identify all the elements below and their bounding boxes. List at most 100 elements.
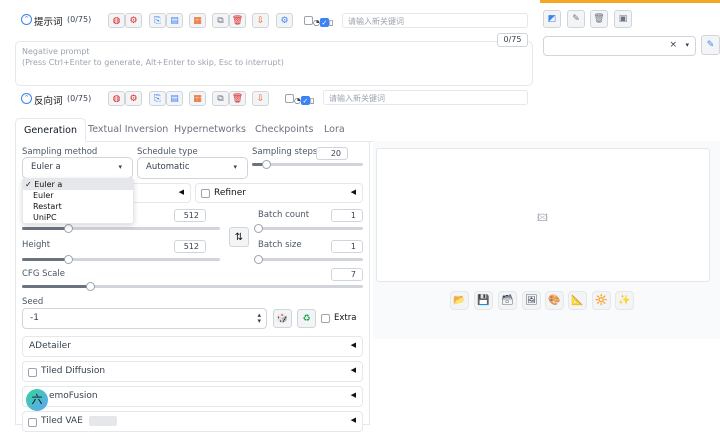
bookmark-icon[interactable]: ▤ (166, 13, 183, 28)
top-accent-bar (540, 0, 720, 3)
download-icon[interactable]: ⇩ (252, 91, 269, 106)
sampling-method-value: Euler a (31, 162, 61, 172)
width-thumb[interactable] (63, 224, 73, 233)
import-icon[interactable]: ⎘ (149, 13, 166, 28)
batch-count-input[interactable]: 1 (331, 209, 363, 222)
checkbox-checked[interactable]: ✓ (300, 96, 310, 105)
gear-icon[interactable]: ⚙ (125, 13, 142, 28)
sampling-method-select[interactable]: Euler a ▾ (22, 157, 133, 179)
download-icon[interactable]: ⇩ (252, 13, 269, 28)
negative-prompt-textarea[interactable]: Negative prompt (Press Ctrl+Enter to gen… (15, 41, 533, 86)
globe-icon[interactable]: ◍ (108, 13, 125, 28)
seed-input[interactable]: -1 ▴ ▾ (22, 308, 267, 329)
panel-icon: ▯ (328, 18, 334, 27)
folder-icon[interactable]: 📂 (450, 291, 469, 310)
adetailer-accordion[interactable]: ADetailer ◀ (22, 336, 363, 357)
palette-icon[interactable]: 🎨 (545, 291, 564, 310)
copy-icon[interactable]: ⧉ (212, 91, 229, 106)
history-icon[interactable]: ▦ (189, 91, 206, 106)
batch-size-thumb[interactable] (254, 255, 263, 264)
trash-icon[interactable]: 🗑 (229, 13, 246, 28)
swap-icon[interactable]: ⇅ (229, 227, 249, 247)
hires-fix-accordion[interactable]: ◀ (133, 183, 191, 203)
negative-toolbar: ⌃ 反向词 (0/75) ◍ ⚙ ⎘ ▤ ▦ ⧉ 🗑 ⇩ ◔ ✓ ▯ 请输入新关键词 (15, 88, 533, 108)
width-slider[interactable] (22, 227, 220, 230)
tab-hypernetworks[interactable]: Hypernetworks (174, 118, 246, 142)
keyword-input[interactable]: 请输入新关键词 (323, 90, 528, 105)
collapse-arrow-icon: ◀ (350, 391, 356, 399)
save-icon[interactable]: 💾 (474, 291, 493, 310)
styles-select[interactable]: × ▾ (543, 36, 696, 56)
dropdown-option-selected[interactable]: ✓ Euler a (23, 179, 133, 190)
collapse-arrow-icon: ◀ (178, 188, 184, 196)
clear-icon[interactable]: × (669, 40, 677, 50)
floating-assistant-avatar[interactable]: 六 (26, 389, 48, 411)
tab-lora[interactable]: Lora (324, 118, 345, 142)
bookmark-icon[interactable]: ▤ (166, 91, 183, 106)
height-slider[interactable] (22, 258, 220, 261)
height-input[interactable]: 512 (174, 240, 206, 253)
tab-textual-inversion[interactable]: Textual Inversion (88, 118, 168, 142)
recycle-icon[interactable]: ♻ (297, 309, 316, 328)
batch-size-slider[interactable] (258, 258, 363, 261)
width-input[interactable]: 512 (174, 209, 206, 222)
refiner-checkbox[interactable] (201, 189, 210, 198)
picture-icon[interactable]: 🖼 (522, 291, 541, 310)
checkbox-checked[interactable]: ✓ (319, 18, 329, 27)
trash-icon[interactable]: 🗑 (229, 91, 246, 106)
style-icon[interactable]: ▣ (614, 10, 632, 28)
toggle-group[interactable]: ◔ ✓ ▯ (285, 94, 314, 106)
keyword-input[interactable]: 请输入新关键词 (342, 13, 528, 28)
sampling-method-dropdown[interactable]: ✓ Euler a Euler Restart UniPC (22, 178, 134, 224)
extra-checkbox[interactable] (321, 314, 330, 323)
gear-icon[interactable]: ⚙ (125, 91, 142, 106)
dropdown-option[interactable]: UniPC (23, 212, 133, 223)
refiner-accordion[interactable]: Refiner ◀ (195, 183, 363, 203)
checkbox[interactable] (285, 94, 294, 103)
chevron-up-circle-icon[interactable]: ⌃ (21, 93, 32, 104)
avatar-char: 六 (31, 393, 43, 406)
dropdown-option[interactable]: Euler (23, 190, 133, 201)
tab-checkpoints[interactable]: Checkpoints (255, 118, 313, 142)
tiled-vae-accordion[interactable]: Tiled VAE ◀ (22, 411, 363, 432)
negative-count: (0/75) (67, 94, 92, 103)
sampling-steps-input[interactable]: 20 (316, 147, 348, 160)
tiled-vae-checkbox[interactable] (28, 418, 37, 427)
dice-icon[interactable]: 🎲 (273, 309, 292, 328)
tab-generation[interactable]: Generation (15, 118, 86, 142)
chevron-down-icon: ▾ (685, 41, 689, 49)
zip-icon[interactable]: 🗃 (498, 291, 517, 310)
globe-icon[interactable]: ◍ (108, 91, 125, 106)
adetailer-label: ADetailer (29, 341, 71, 351)
collapse-arrow-icon: ◀ (350, 416, 356, 424)
refiner-label: Refiner (214, 188, 246, 198)
import-icon[interactable]: ⎘ (149, 91, 166, 106)
tiled-diffusion-checkbox[interactable] (28, 368, 37, 377)
checkbox[interactable] (304, 16, 313, 25)
sparkle-icon[interactable]: ✨ (615, 291, 634, 310)
chevron-down-icon: ▾ (233, 163, 237, 171)
toggle-group[interactable]: ◔ ✓ ▯ (304, 16, 333, 28)
pencil-icon[interactable]: ✎ (701, 35, 720, 55)
cfg-scale-slider[interactable] (22, 285, 363, 288)
batch-size-input[interactable]: 1 (331, 240, 363, 253)
cfg-scale-label: CFG Scale (22, 269, 65, 279)
height-thumb[interactable] (63, 255, 73, 264)
copy-icon[interactable]: ⧉ (212, 13, 229, 28)
paste-icon[interactable]: ◩ (543, 10, 561, 28)
cfg-scale-input[interactable]: 7 (331, 268, 363, 281)
chevron-up-circle-icon[interactable]: ⌃ (21, 14, 32, 25)
batch-count-slider[interactable] (258, 227, 363, 230)
extras-icon[interactable]: 🔆 (592, 291, 611, 310)
settings-icon[interactable]: ⚙ (276, 13, 293, 28)
stepper-icon[interactable]: ▴ ▾ (257, 312, 261, 325)
trash-icon[interactable]: 🗑 (590, 10, 608, 28)
ruler-icon[interactable]: 📐 (568, 291, 587, 310)
edit-icon[interactable]: ✎ (567, 10, 585, 28)
schedule-type-select[interactable]: Automatic ▾ (137, 157, 248, 179)
batch-count-thumb[interactable] (254, 224, 263, 233)
history-icon[interactable]: ▦ (189, 13, 206, 28)
dropdown-option[interactable]: Restart (23, 201, 133, 212)
tiled-diffusion-accordion[interactable]: Tiled Diffusion ◀ (22, 361, 363, 382)
demofusion-accordion[interactable]: emoFusion ◀ (22, 386, 363, 407)
